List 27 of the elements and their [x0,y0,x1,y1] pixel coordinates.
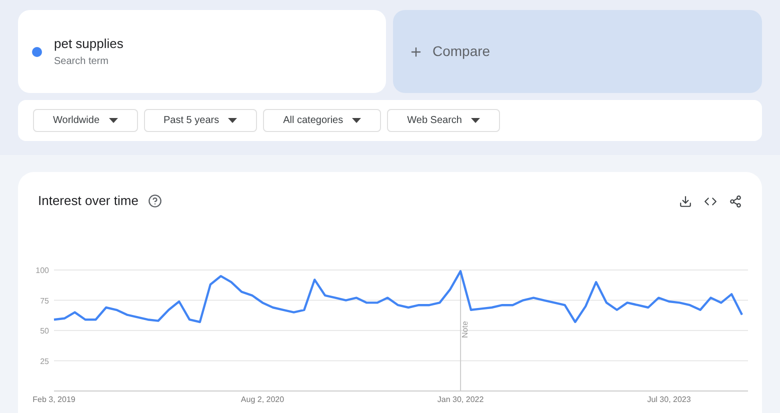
chart-title: Interest over time [38,192,138,210]
x-tick-label: Jan 30, 2022 [437,395,484,404]
dropdown-caret-icon [470,118,480,123]
share-icon[interactable] [729,194,742,208]
y-tick-label: 25 [40,356,49,366]
search-term-card[interactable]: pet supplies Search term [18,10,386,93]
x-tick-label: Feb 3, 2019 [32,395,76,404]
y-tick-label: 50 [40,326,49,336]
plus-icon [408,44,422,58]
filter-dropdown[interactable]: Worldwide [33,109,138,132]
x-tick-label: Jul 30, 2023 [647,395,691,404]
note-label: Note [460,321,470,338]
y-tick-label: 75 [40,296,49,306]
search-term-caption: Search term [54,54,110,69]
filter-dropdown[interactable]: All categories [263,109,382,132]
x-tick-label: Aug 2, 2020 [240,395,284,404]
filter-dropdown[interactable]: Web Search [387,109,500,132]
embed-code-icon[interactable] [704,194,717,208]
help-icon[interactable] [148,194,162,208]
y-tick-label: 100 [36,266,49,275]
dropdown-caret-icon [352,118,362,123]
dropdown-caret-icon [228,118,238,123]
dropdown-caret-icon [108,118,118,123]
compare-button[interactable]: Compare [392,10,762,93]
download-icon[interactable] [679,194,692,208]
filter-dropdown[interactable]: Past 5 years [144,109,258,132]
search-term: pet supplies [54,35,124,54]
